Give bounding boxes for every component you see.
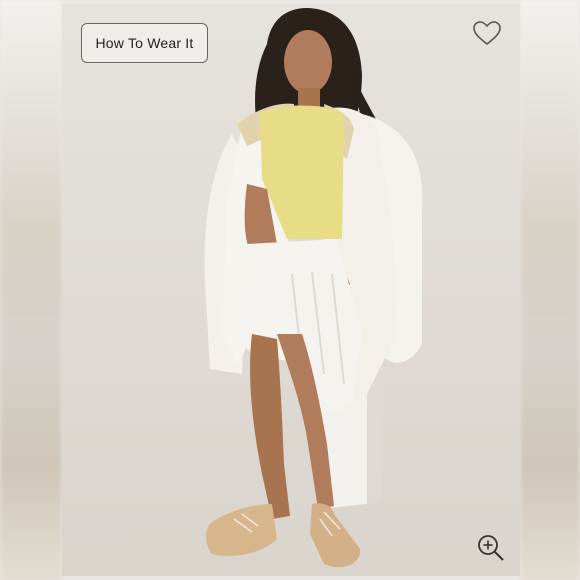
product-photo[interactable]: How To Wear It [62,4,520,576]
how-to-wear-label: How To Wear It [95,35,194,51]
how-to-wear-button[interactable]: How To Wear It [81,23,208,63]
blurred-backdrop-right [520,0,580,580]
zoom-in-icon[interactable] [476,533,506,563]
blurred-backdrop-left [0,0,62,580]
model-illustration [62,4,520,576]
heart-icon[interactable] [472,20,502,46]
